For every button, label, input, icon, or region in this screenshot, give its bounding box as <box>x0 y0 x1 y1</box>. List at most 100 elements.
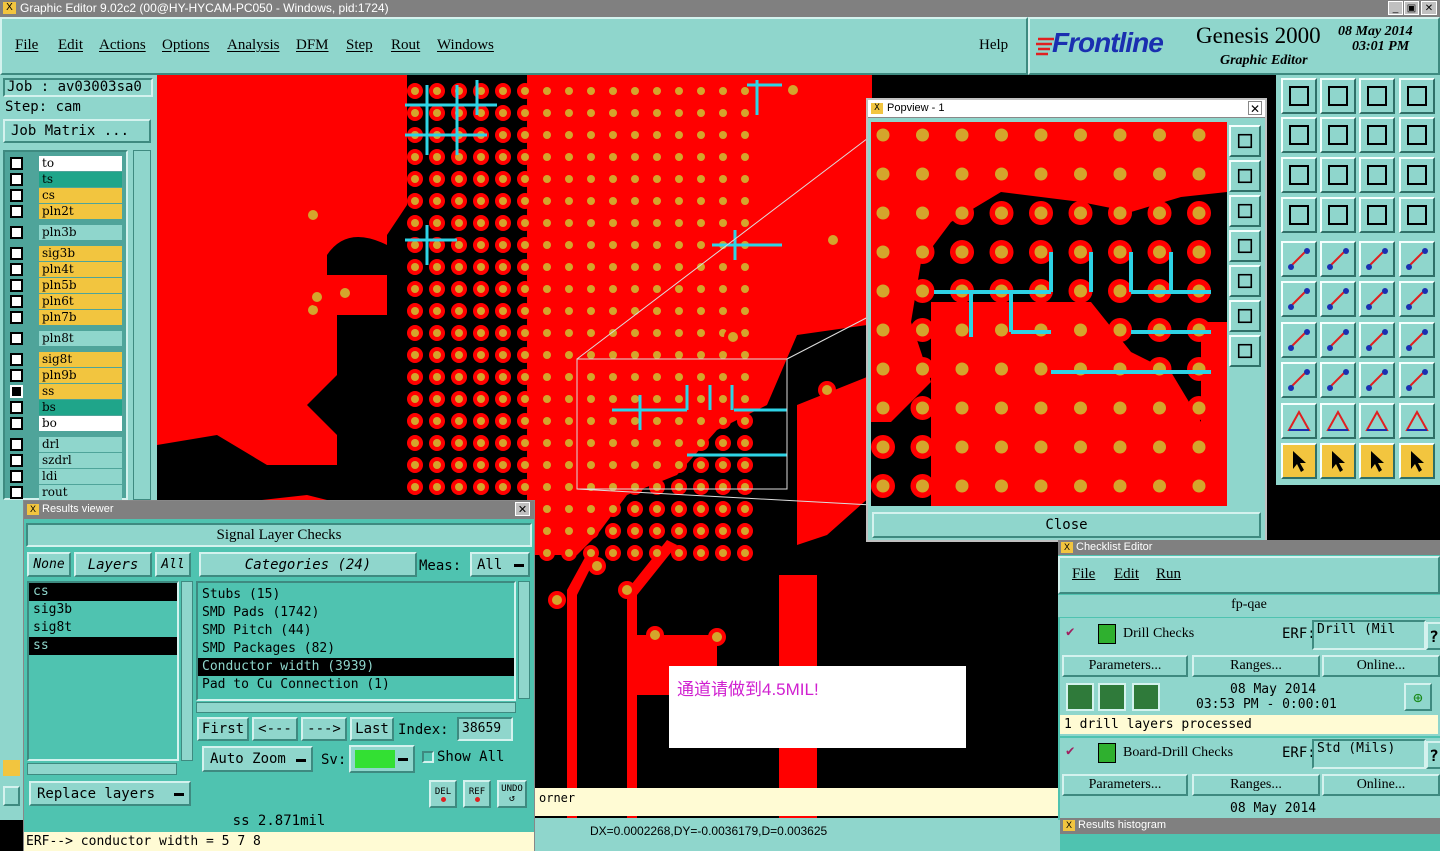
layer-row-ts[interactable]: ts <box>6 172 126 187</box>
dimension-icon[interactable] <box>1359 362 1395 398</box>
pan-right-icon[interactable] <box>1229 265 1261 297</box>
run-icon[interactable] <box>1132 683 1160 711</box>
layer-name[interactable]: pln6t <box>39 294 122 309</box>
layer-row-cs[interactable]: cs <box>6 188 126 203</box>
check-mark-icon[interactable]: ✔ <box>1066 743 1074 759</box>
popview-canvas[interactable] <box>871 122 1227 506</box>
minimize-button[interactable]: _ <box>1388 1 1403 15</box>
layers-list-item[interactable]: sig3b <box>29 601 177 619</box>
fit-icon[interactable] <box>1281 157 1317 193</box>
pan-icon[interactable] <box>1399 443 1435 479</box>
layer-row-drl[interactable]: drl <box>6 437 126 452</box>
category-item[interactable]: SMD Pads (1742) <box>198 604 514 622</box>
layer-name[interactable]: pln8t <box>39 331 122 346</box>
layer-name[interactable]: bs <box>39 400 122 415</box>
triangle-a-icon[interactable] <box>1359 403 1395 439</box>
results-close-icon[interactable]: ✕ <box>515 502 530 516</box>
layer-row-bs[interactable]: bs <box>6 400 126 415</box>
layer-name[interactable]: sig8t <box>39 352 122 367</box>
categories-list[interactable]: Stubs (15) SMD Pads (1742) SMD Pitch (44) S… <box>196 581 516 701</box>
cross-icon[interactable] <box>1320 281 1356 317</box>
ref-button[interactable]: REF <box>463 780 491 808</box>
last-button[interactable]: Last <box>350 717 394 741</box>
layer-checkbox[interactable] <box>10 438 23 451</box>
arrow-icon[interactable] <box>1399 281 1435 317</box>
check-mark-icon[interactable]: ✔ <box>1066 624 1074 640</box>
popview-close-icon[interactable]: ✕ <box>1248 101 1262 116</box>
node-icon[interactable] <box>1281 241 1317 277</box>
layers-list-item[interactable]: ss <box>29 637 177 655</box>
menu-analysis[interactable]: Analysis <box>227 37 280 54</box>
drill-erf-value[interactable]: Drill (Mil <box>1312 620 1426 650</box>
maximize-button[interactable]: ▣ <box>1404 1 1419 15</box>
job-matrix-button[interactable]: Job Matrix ... <box>3 119 151 143</box>
zoom-icon[interactable]: ⊕ <box>1404 683 1432 711</box>
layer-row-ss[interactable]: ss <box>6 384 126 399</box>
category-item[interactable]: Stubs (15) <box>198 586 514 604</box>
swap-icon[interactable] <box>1359 117 1395 153</box>
layer-row-pln3b[interactable]: pln3b <box>6 225 126 240</box>
menu-edit[interactable]: Edit <box>58 37 83 54</box>
category-item[interactable]: Conductor width (3939) <box>198 658 514 676</box>
category-item[interactable]: Pad to Cu Connection (1) <box>198 676 514 694</box>
layer-row-sig8t[interactable]: sig8t <box>6 352 126 367</box>
run-icon[interactable] <box>1066 683 1094 711</box>
menu-options[interactable]: Options <box>162 37 210 54</box>
down-arrow-icon[interactable] <box>1320 78 1356 114</box>
ruler-icon[interactable] <box>1359 241 1395 277</box>
home-icon[interactable] <box>1281 78 1317 114</box>
layer-row-pln9b[interactable]: pln9b <box>6 368 126 383</box>
layer-checkbox[interactable] <box>10 332 23 345</box>
layer-row-pln4t[interactable]: pln4t <box>6 262 126 277</box>
meas-select[interactable]: All <box>470 552 530 577</box>
layer-name[interactable]: pln7b <box>39 310 122 325</box>
board-drill-online-button[interactable]: Online... <box>1322 774 1440 796</box>
all-button[interactable]: All <box>155 552 191 577</box>
left-arrow-icon[interactable] <box>1281 117 1317 153</box>
layers-list-scrollbar[interactable] <box>181 581 193 761</box>
board-drill-parameters-button[interactable]: Parameters... <box>1062 774 1188 796</box>
layer-checkbox[interactable] <box>10 263 23 276</box>
cluster-icon[interactable] <box>1399 362 1435 398</box>
zoom-in-icon[interactable] <box>1229 125 1261 157</box>
cursor-box-icon[interactable] <box>1320 443 1356 479</box>
window-icon[interactable] <box>1399 78 1435 114</box>
ratio-icon[interactable] <box>1359 157 1395 193</box>
layer-checkbox[interactable] <box>10 205 23 218</box>
board-drill-ranges-button[interactable]: Ranges... <box>1192 774 1320 796</box>
layer-checkbox[interactable] <box>10 295 23 308</box>
layer-row-bo[interactable]: bo <box>6 416 126 431</box>
layer-name[interactable]: cs <box>39 188 122 203</box>
layer-checkbox[interactable] <box>10 385 23 398</box>
layer-name[interactable]: szdrl <box>39 453 122 468</box>
board-drill-help-button[interactable]: ? <box>1426 741 1440 769</box>
checklist-menu-run[interactable]: Run <box>1156 566 1181 583</box>
layer-name[interactable]: pln2t <box>39 204 122 219</box>
categories-button[interactable]: Categories (24) <box>199 552 417 577</box>
layer-checkbox[interactable] <box>10 486 23 499</box>
layer-checkbox[interactable] <box>10 454 23 467</box>
pads-alt-icon[interactable] <box>1399 197 1435 233</box>
layer-checkbox[interactable] <box>10 189 23 202</box>
triangle-b-icon[interactable] <box>1399 403 1435 439</box>
menu-step[interactable]: Step <box>346 37 373 54</box>
category-item[interactable]: SMD Pitch (44) <box>198 622 514 640</box>
split-icon[interactable] <box>1399 322 1435 358</box>
layer-checkbox[interactable] <box>10 401 23 414</box>
right-arrow-icon[interactable] <box>1320 117 1356 153</box>
menu-actions[interactable]: Actions <box>99 37 146 54</box>
replace-layers-select[interactable]: Replace layers <box>29 781 191 806</box>
layers-list-item[interactable]: cs <box>29 583 177 601</box>
checklist-menu-file[interactable]: File <box>1072 566 1095 583</box>
layer-checkbox[interactable] <box>10 353 23 366</box>
first-button[interactable]: First <box>197 717 249 741</box>
layer-row-pln2t[interactable]: pln2t <box>6 204 126 219</box>
sv-color-select[interactable] <box>349 745 415 773</box>
probe-icon[interactable] <box>1320 197 1356 233</box>
layer-checkbox[interactable] <box>10 369 23 382</box>
line-icon[interactable] <box>1320 241 1356 277</box>
show-all-checkbox[interactable] <box>422 751 434 763</box>
drill-ranges-button[interactable]: Ranges... <box>1192 655 1320 677</box>
measure-icon[interactable] <box>1281 362 1317 398</box>
layer-checkbox[interactable] <box>10 417 23 430</box>
